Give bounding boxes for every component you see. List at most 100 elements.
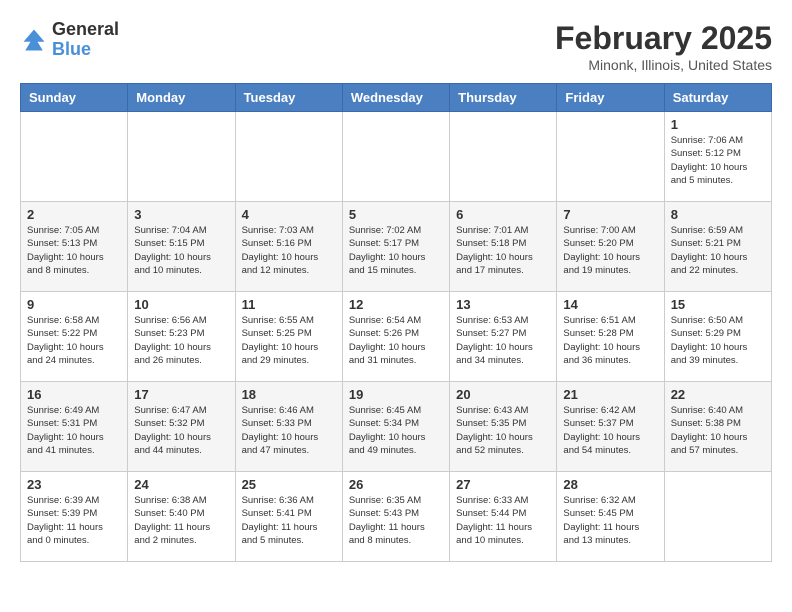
day-number: 7 [563,207,657,222]
day-number: 27 [456,477,550,492]
day-info: Sunrise: 7:00 AM Sunset: 5:20 PM Dayligh… [563,224,657,277]
day-number: 9 [27,297,121,312]
day-cell [21,112,128,202]
logo-general: General [52,20,119,40]
day-cell: 17Sunrise: 6:47 AM Sunset: 5:32 PM Dayli… [128,382,235,472]
weekday-header-row: SundayMondayTuesdayWednesdayThursdayFrid… [21,84,772,112]
title-area: February 2025 Minonk, Illinois, United S… [555,20,772,73]
day-cell [128,112,235,202]
day-cell: 9 Sunrise: 6:58 AM Sunset: 5:22 PM Daylig… [21,292,128,382]
day-number: 25 [242,477,336,492]
day-cell [450,112,557,202]
day-cell: 7 Sunrise: 7:00 AM Sunset: 5:20 PM Daylig… [557,202,664,292]
day-info: Sunrise: 6:42 AM Sunset: 5:37 PM Dayligh… [563,404,657,457]
day-cell: 18 Sunrise: 6:46 AM Sunset: 5:33 PM Dayli… [235,382,342,472]
day-number: 4 [242,207,336,222]
day-cell: 26Sunrise: 6:35 AM Sunset: 5:43 PM Dayli… [342,472,449,562]
day-info: Sunrise: 6:53 AM Sunset: 5:27 PM Dayligh… [456,314,550,367]
day-cell: 8 Sunrise: 6:59 AM Sunset: 5:21 PM Daylig… [664,202,771,292]
day-info: Sunrise: 6:36 AM Sunset: 5:41 PM Dayligh… [242,494,336,547]
location: Minonk, Illinois, United States [555,57,772,73]
day-number: 17 [134,387,228,402]
day-cell: 20 Sunrise: 6:43 AM Sunset: 5:35 PM Dayli… [450,382,557,472]
header: General Blue February 2025 Minonk, Illin… [20,20,772,73]
day-info: Sunrise: 7:04 AM Sunset: 5:15 PM Dayligh… [134,224,228,277]
day-number: 16 [27,387,121,402]
day-info: Sunrise: 6:39 AM Sunset: 5:39 PM Dayligh… [27,494,121,547]
day-cell: 21 Sunrise: 6:42 AM Sunset: 5:37 PM Dayli… [557,382,664,472]
day-info: Sunrise: 6:51 AM Sunset: 5:28 PM Dayligh… [563,314,657,367]
day-cell: 5 Sunrise: 7:02 AM Sunset: 5:17 PM Daylig… [342,202,449,292]
day-info: Sunrise: 6:54 AM Sunset: 5:26 PM Dayligh… [349,314,443,367]
day-info: Sunrise: 6:45 AM Sunset: 5:34 PM Dayligh… [349,404,443,457]
calendar: SundayMondayTuesdayWednesdayThursdayFrid… [20,83,772,562]
day-cell [664,472,771,562]
week-row-1: 2 Sunrise: 7:05 AM Sunset: 5:13 PM Daylig… [21,202,772,292]
month-title: February 2025 [555,20,772,57]
day-info: Sunrise: 6:32 AM Sunset: 5:45 PM Dayligh… [563,494,657,547]
day-cell: 16Sunrise: 6:49 AM Sunset: 5:31 PM Dayli… [21,382,128,472]
day-cell [557,112,664,202]
day-number: 20 [456,387,550,402]
day-number: 8 [671,207,765,222]
day-number: 6 [456,207,550,222]
weekday-header-saturday: Saturday [664,84,771,112]
day-number: 15 [671,297,765,312]
day-info: Sunrise: 6:59 AM Sunset: 5:21 PM Dayligh… [671,224,765,277]
day-number: 5 [349,207,443,222]
weekday-header-friday: Friday [557,84,664,112]
day-cell: 27 Sunrise: 6:33 AM Sunset: 5:44 PM Dayli… [450,472,557,562]
weekday-header-wednesday: Wednesday [342,84,449,112]
day-info: Sunrise: 6:50 AM Sunset: 5:29 PM Dayligh… [671,314,765,367]
day-number: 26 [349,477,443,492]
day-number: 21 [563,387,657,402]
week-row-2: 9 Sunrise: 6:58 AM Sunset: 5:22 PM Daylig… [21,292,772,382]
day-info: Sunrise: 6:38 AM Sunset: 5:40 PM Dayligh… [134,494,228,547]
day-cell: 1 Sunrise: 7:06 AM Sunset: 5:12 PM Daylig… [664,112,771,202]
day-number: 3 [134,207,228,222]
day-number: 22 [671,387,765,402]
week-row-3: 16Sunrise: 6:49 AM Sunset: 5:31 PM Dayli… [21,382,772,472]
weekday-header-tuesday: Tuesday [235,84,342,112]
logo-text: General Blue [52,20,119,60]
day-cell: 22 Sunrise: 6:40 AM Sunset: 5:38 PM Dayli… [664,382,771,472]
day-number: 28 [563,477,657,492]
day-cell: 12Sunrise: 6:54 AM Sunset: 5:26 PM Dayli… [342,292,449,382]
day-number: 2 [27,207,121,222]
day-info: Sunrise: 6:58 AM Sunset: 5:22 PM Dayligh… [27,314,121,367]
day-info: Sunrise: 6:33 AM Sunset: 5:44 PM Dayligh… [456,494,550,547]
day-number: 19 [349,387,443,402]
day-info: Sunrise: 7:05 AM Sunset: 5:13 PM Dayligh… [27,224,121,277]
weekday-header-monday: Monday [128,84,235,112]
day-info: Sunrise: 7:03 AM Sunset: 5:16 PM Dayligh… [242,224,336,277]
day-number: 23 [27,477,121,492]
day-cell: 2 Sunrise: 7:05 AM Sunset: 5:13 PM Daylig… [21,202,128,292]
day-cell: 15 Sunrise: 6:50 AM Sunset: 5:29 PM Dayli… [664,292,771,382]
week-row-4: 23 Sunrise: 6:39 AM Sunset: 5:39 PM Dayli… [21,472,772,562]
logo: General Blue [20,20,119,60]
day-cell: 4 Sunrise: 7:03 AM Sunset: 5:16 PM Daylig… [235,202,342,292]
day-info: Sunrise: 6:46 AM Sunset: 5:33 PM Dayligh… [242,404,336,457]
day-cell: 24 Sunrise: 6:38 AM Sunset: 5:40 PM Dayli… [128,472,235,562]
logo-blue: Blue [52,40,119,60]
day-cell: 11Sunrise: 6:55 AM Sunset: 5:25 PM Dayli… [235,292,342,382]
weekday-header-thursday: Thursday [450,84,557,112]
day-number: 24 [134,477,228,492]
day-number: 1 [671,117,765,132]
day-info: Sunrise: 6:40 AM Sunset: 5:38 PM Dayligh… [671,404,765,457]
day-info: Sunrise: 7:02 AM Sunset: 5:17 PM Dayligh… [349,224,443,277]
day-info: Sunrise: 6:43 AM Sunset: 5:35 PM Dayligh… [456,404,550,457]
day-cell: 28 Sunrise: 6:32 AM Sunset: 5:45 PM Dayli… [557,472,664,562]
day-info: Sunrise: 7:01 AM Sunset: 5:18 PM Dayligh… [456,224,550,277]
day-cell: 25 Sunrise: 6:36 AM Sunset: 5:41 PM Dayli… [235,472,342,562]
day-number: 13 [456,297,550,312]
logo-icon [20,26,48,54]
day-number: 10 [134,297,228,312]
week-row-0: 1 Sunrise: 7:06 AM Sunset: 5:12 PM Daylig… [21,112,772,202]
day-cell: 23 Sunrise: 6:39 AM Sunset: 5:39 PM Dayli… [21,472,128,562]
day-info: Sunrise: 7:06 AM Sunset: 5:12 PM Dayligh… [671,134,765,187]
weekday-header-sunday: Sunday [21,84,128,112]
day-number: 18 [242,387,336,402]
day-cell: 6 Sunrise: 7:01 AM Sunset: 5:18 PM Daylig… [450,202,557,292]
day-number: 14 [563,297,657,312]
